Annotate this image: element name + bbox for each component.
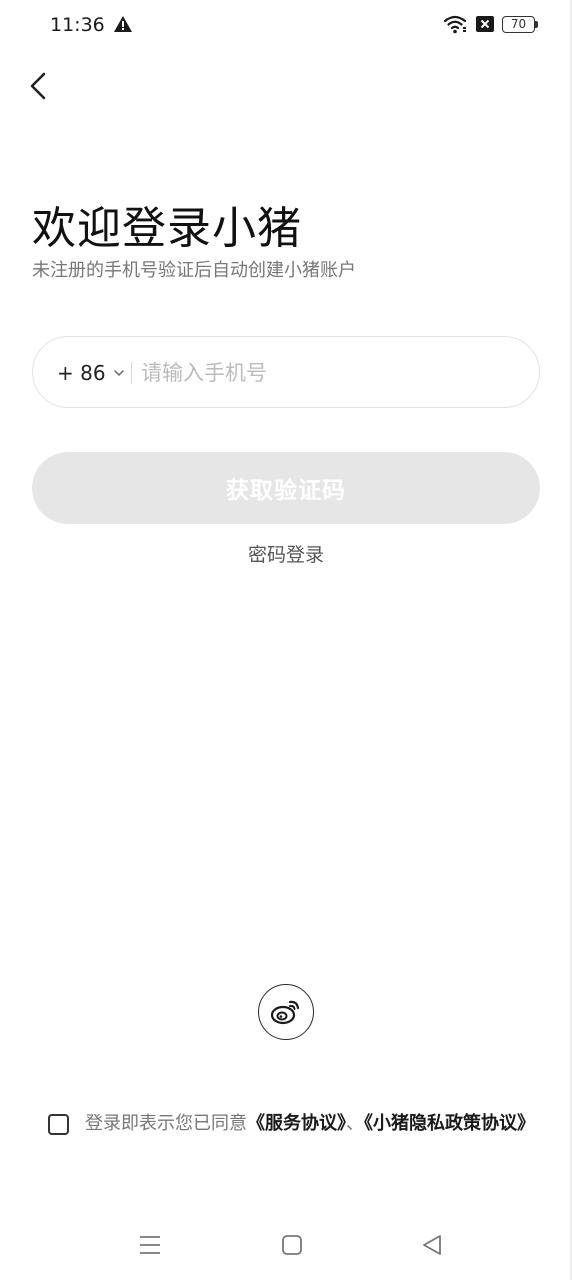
battery-icon: 70 xyxy=(502,16,538,34)
status-time: 11:36 xyxy=(50,14,105,36)
page-title: 欢迎登录小猪 xyxy=(32,203,302,254)
country-code-selector[interactable]: + 86 xyxy=(57,337,126,409)
menu-icon[interactable] xyxy=(138,1234,162,1256)
weibo-icon xyxy=(271,1000,300,1025)
back-icon[interactable] xyxy=(421,1233,443,1257)
chevron-left-icon[interactable] xyxy=(22,66,58,106)
page-subtitle: 未注册的手机号验证后自动创建小猪账户 xyxy=(32,260,356,281)
agreement-text: 登录即表示您已同意《服务协议》、《小猪隐私政策协议》 xyxy=(80,1110,540,1137)
login-screen: 11:36 70 欢迎登录小猪 未注册的手机号验证后自动创建小猪账户 + 86 … xyxy=(0,0,572,1280)
privacy-policy-link[interactable]: 《小猪隐私政策协议》 xyxy=(364,1113,535,1134)
battery-level: 70 xyxy=(502,16,535,33)
agreement-prefix: 登录即表示您已同意 xyxy=(85,1113,247,1134)
get-code-button[interactable]: 获取验证码 xyxy=(32,452,540,524)
weibo-login-button[interactable] xyxy=(258,984,314,1040)
chevron-down-icon xyxy=(113,370,124,377)
agree-checkbox[interactable] xyxy=(48,1114,69,1135)
status-bar: 11:36 70 xyxy=(0,0,572,52)
password-login-link[interactable]: 密码登录 xyxy=(0,540,572,567)
phone-input-container: + 86 xyxy=(32,336,540,408)
phone-input[interactable] xyxy=(141,349,521,397)
sim-blocked-icon xyxy=(476,16,494,32)
agreement-separator: 、 xyxy=(346,1113,364,1134)
input-divider xyxy=(131,362,132,384)
country-code-text: + 86 xyxy=(57,361,106,385)
alert-icon xyxy=(114,16,132,32)
home-icon[interactable] xyxy=(281,1234,303,1256)
wifi-icon xyxy=(443,15,467,34)
service-agreement-link[interactable]: 《服务协议》 xyxy=(247,1113,346,1134)
